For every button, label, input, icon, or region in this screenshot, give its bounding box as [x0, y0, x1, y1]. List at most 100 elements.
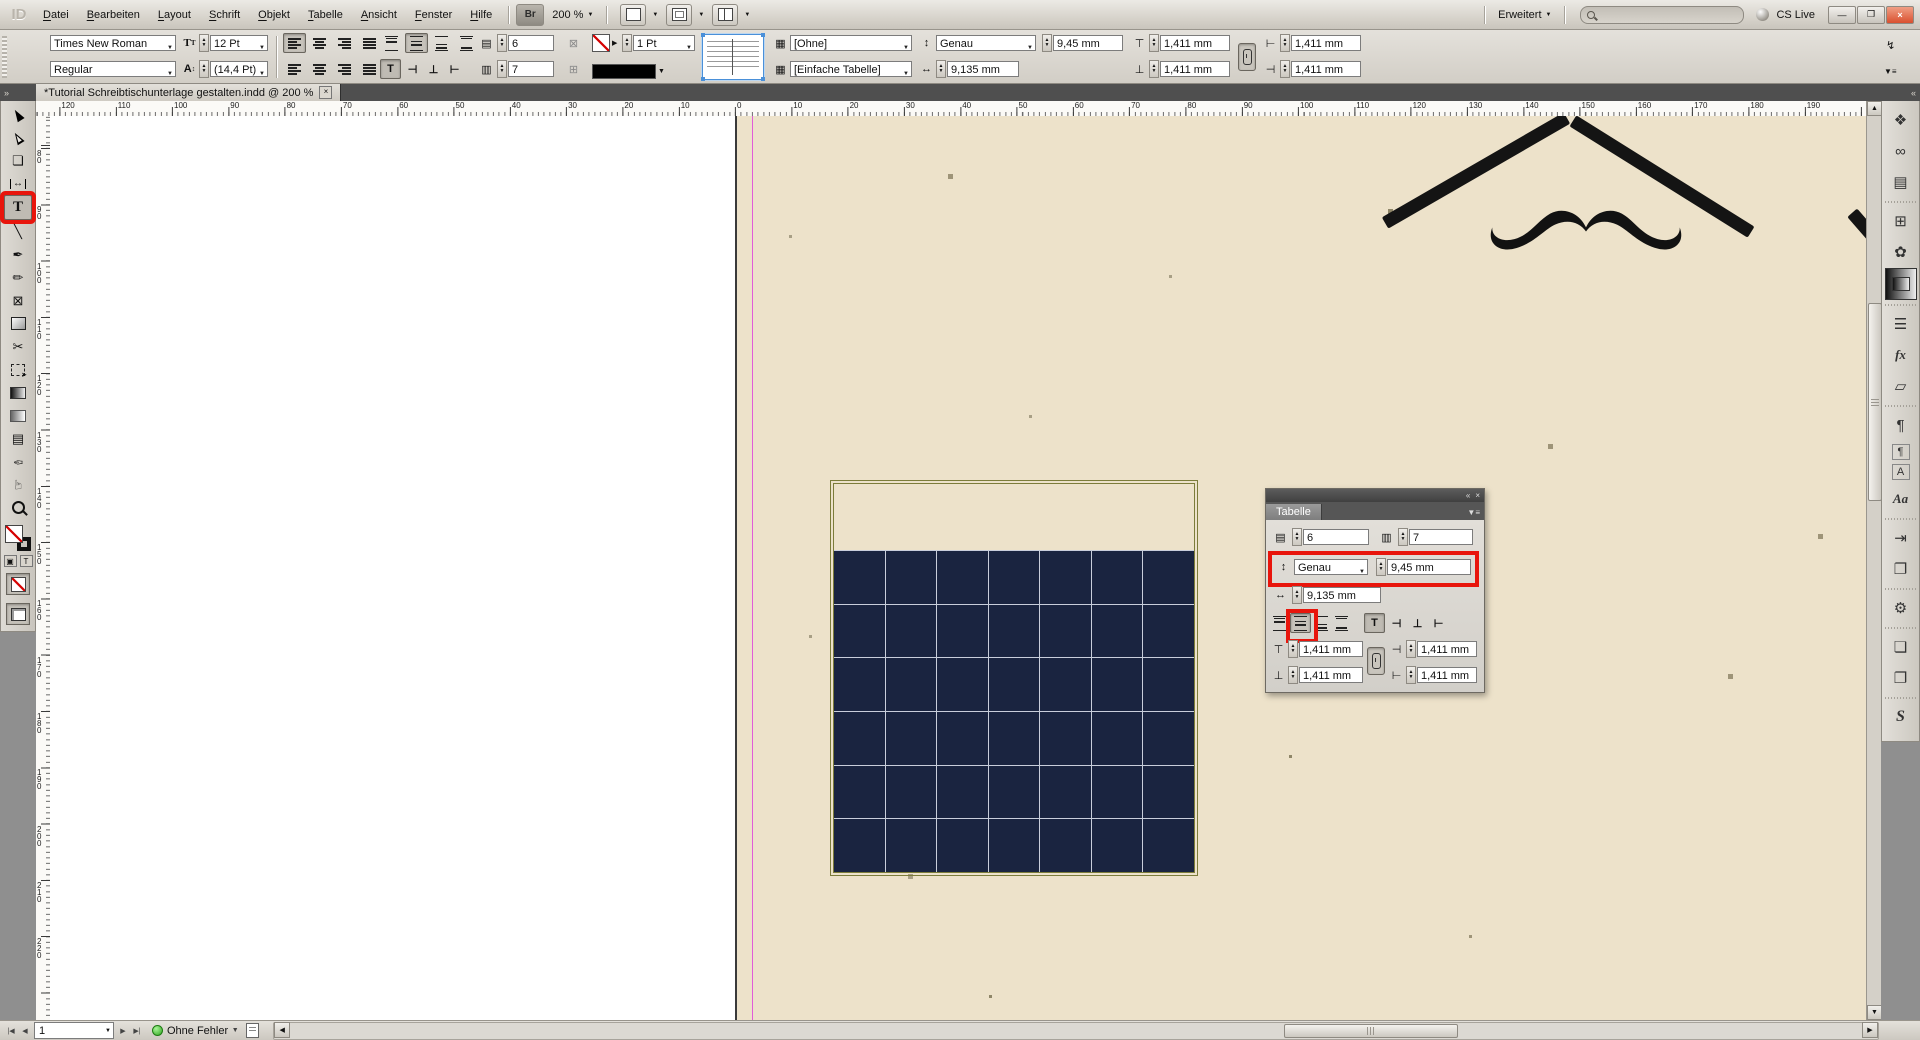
- table-grid[interactable]: [834, 550, 1194, 872]
- table-cell[interactable]: [886, 605, 937, 658]
- chevron-down-icon[interactable]: ▼: [698, 12, 704, 18]
- vertical-scrollbar[interactable]: ▲ ▼: [1866, 101, 1881, 1020]
- paragraph-panel-icon[interactable]: ¶: [1886, 410, 1916, 440]
- character-panel-icon[interactable]: Aa: [1886, 484, 1916, 514]
- align-right-button[interactable]: [333, 33, 356, 53]
- merge-cells-button[interactable]: ⊠: [562, 33, 585, 53]
- screen-mode-toggle[interactable]: [6, 603, 30, 625]
- preflight-status-text[interactable]: Ohne Fehler: [167, 1025, 228, 1037]
- table-cell[interactable]: [989, 766, 1040, 819]
- menu-tabelle[interactable]: Tabelle: [299, 5, 352, 25]
- fill-stroke-proxy[interactable]: [5, 525, 31, 551]
- justify-last-right-button[interactable]: [333, 59, 356, 79]
- table-cell[interactable]: [1092, 551, 1143, 604]
- inset-top-field[interactable]: 1,411 mm: [1160, 35, 1230, 51]
- zoom-tool[interactable]: [5, 496, 31, 519]
- table-cell[interactable]: [1143, 658, 1194, 711]
- page-number-combo[interactable]: 1: [34, 1022, 114, 1039]
- table-cell[interactable]: [886, 551, 937, 604]
- leading-stepper[interactable]: [199, 60, 209, 78]
- table-cell[interactable]: [834, 766, 885, 819]
- fill-none-swatch[interactable]: [5, 525, 23, 543]
- cs-live-icon[interactable]: [1756, 8, 1769, 21]
- table-cell[interactable]: [1040, 605, 1091, 658]
- gap-tool[interactable]: ↔: [5, 172, 31, 195]
- cell-style-combo[interactable]: [Einfache Tabelle]: [790, 61, 912, 77]
- leading-combo[interactable]: (14,4 Pt): [210, 61, 268, 77]
- bridge-button[interactable]: Br: [516, 4, 544, 26]
- panel-col-width-field[interactable]: 9,135 mm: [1303, 587, 1381, 603]
- arrange-documents-button[interactable]: [712, 4, 738, 26]
- panel-link-insets-button[interactable]: [1367, 647, 1385, 675]
- menu-objekt[interactable]: Objekt: [249, 5, 299, 25]
- quick-apply-icon[interactable]: ↯: [1886, 39, 1895, 52]
- preflight-document-icon[interactable]: [246, 1023, 259, 1038]
- panel-valign-center-button[interactable]: [1290, 613, 1311, 633]
- scroll-left-arrow[interactable]: ◀: [274, 1022, 290, 1038]
- panel-inset-right-field[interactable]: 1,411 mm: [1417, 641, 1477, 657]
- flyout-arrow-icon[interactable]: ▶: [612, 39, 617, 47]
- stroke-weight-combo[interactable]: 1 Pt: [633, 35, 695, 51]
- apply-none-button[interactable]: [6, 573, 30, 595]
- table-cell[interactable]: [989, 551, 1040, 604]
- panel-close-icon[interactable]: ×: [1475, 491, 1480, 500]
- justify-last-center-button[interactable]: [308, 59, 331, 79]
- panel-inset-left-stepper[interactable]: [1406, 666, 1416, 684]
- table-cell[interactable]: [1143, 551, 1194, 604]
- menu-layout[interactable]: Layout: [149, 5, 200, 25]
- table-cell[interactable]: [1092, 766, 1143, 819]
- effects-panel-icon[interactable]: fx: [1886, 340, 1916, 370]
- horizontal-scrollbar[interactable]: ◀ ▶: [273, 1022, 1879, 1040]
- rows-stepper[interactable]: [497, 34, 507, 52]
- table-panel-icon[interactable]: ⊞: [1886, 206, 1916, 236]
- table-cell[interactable]: [937, 605, 988, 658]
- panel-inset-left-field[interactable]: 1,411 mm: [1417, 667, 1477, 683]
- hand-tool[interactable]: ☞: [5, 473, 31, 496]
- dock-collapse-button[interactable]: «: [1881, 84, 1920, 101]
- font-family-combo[interactable]: Times New Roman: [50, 35, 176, 51]
- panel-inset-right-stepper[interactable]: [1406, 640, 1416, 658]
- preflight-options-icon[interactable]: ⚙: [1886, 593, 1916, 623]
- text-rotate-90-button[interactable]: ⊣: [403, 60, 422, 78]
- character-styles-panel-icon[interactable]: A: [1892, 464, 1910, 480]
- table-cell[interactable]: [989, 658, 1040, 711]
- table-cell[interactable]: [1143, 766, 1194, 819]
- panel-tab-tabelle[interactable]: Tabelle: [1266, 504, 1322, 520]
- workspace-switcher[interactable]: Erweitert ▼: [1492, 6, 1557, 24]
- table-cell[interactable]: [886, 712, 937, 765]
- row-height-stepper[interactable]: [1042, 34, 1052, 52]
- link-insets-button[interactable]: [1238, 43, 1256, 71]
- menu-hilfe[interactable]: Hilfe: [461, 5, 501, 25]
- table-cell[interactable]: [937, 658, 988, 711]
- rectangle-tool[interactable]: [5, 312, 31, 335]
- panel-text-rotate-90-button[interactable]: ⊣: [1387, 614, 1406, 632]
- stroke-panel-icon[interactable]: ☰: [1886, 309, 1916, 339]
- chevron-down-icon[interactable]: ▼: [652, 12, 658, 18]
- rows-field[interactable]: 6: [508, 35, 554, 51]
- h-ruler[interactable]: 1201101009080706050403020100102030405060…: [36, 101, 1866, 117]
- row-height-field[interactable]: 9,45 mm: [1053, 35, 1123, 51]
- panel-valign-top-button[interactable]: [1270, 613, 1289, 633]
- table-cell[interactable]: [1040, 551, 1091, 604]
- next-page-button[interactable]: ▶: [116, 1024, 130, 1038]
- last-page-button[interactable]: ▶|: [130, 1024, 144, 1038]
- menu-datei[interactable]: Datei: [34, 5, 78, 25]
- scroll-up-arrow[interactable]: ▲: [1867, 101, 1882, 116]
- page-tool[interactable]: ❏: [5, 149, 31, 172]
- chevron-down-icon[interactable]: ▼: [744, 12, 750, 18]
- pages-panel-icon[interactable]: ❖: [1886, 105, 1916, 135]
- col-width-stepper[interactable]: [936, 60, 946, 78]
- formatting-affects-text-button[interactable]: T: [20, 555, 33, 567]
- screen-mode-button[interactable]: [666, 4, 692, 26]
- font-size-stepper[interactable]: [199, 34, 209, 52]
- vertical-scroll-thumb[interactable]: [1868, 303, 1882, 501]
- panel-valign-bottom-button[interactable]: [1312, 613, 1331, 633]
- valign-justify-button[interactable]: [455, 33, 478, 53]
- table-cell[interactable]: [886, 819, 937, 872]
- panel-row-height-field[interactable]: 9,45 mm: [1387, 559, 1471, 575]
- panel-col-width-stepper[interactable]: [1292, 586, 1302, 604]
- unmerge-cells-button[interactable]: ⊞: [562, 59, 585, 79]
- valign-center-button[interactable]: [405, 33, 428, 53]
- cols-field[interactable]: 7: [508, 61, 554, 77]
- pen-tool[interactable]: ✒: [5, 243, 31, 266]
